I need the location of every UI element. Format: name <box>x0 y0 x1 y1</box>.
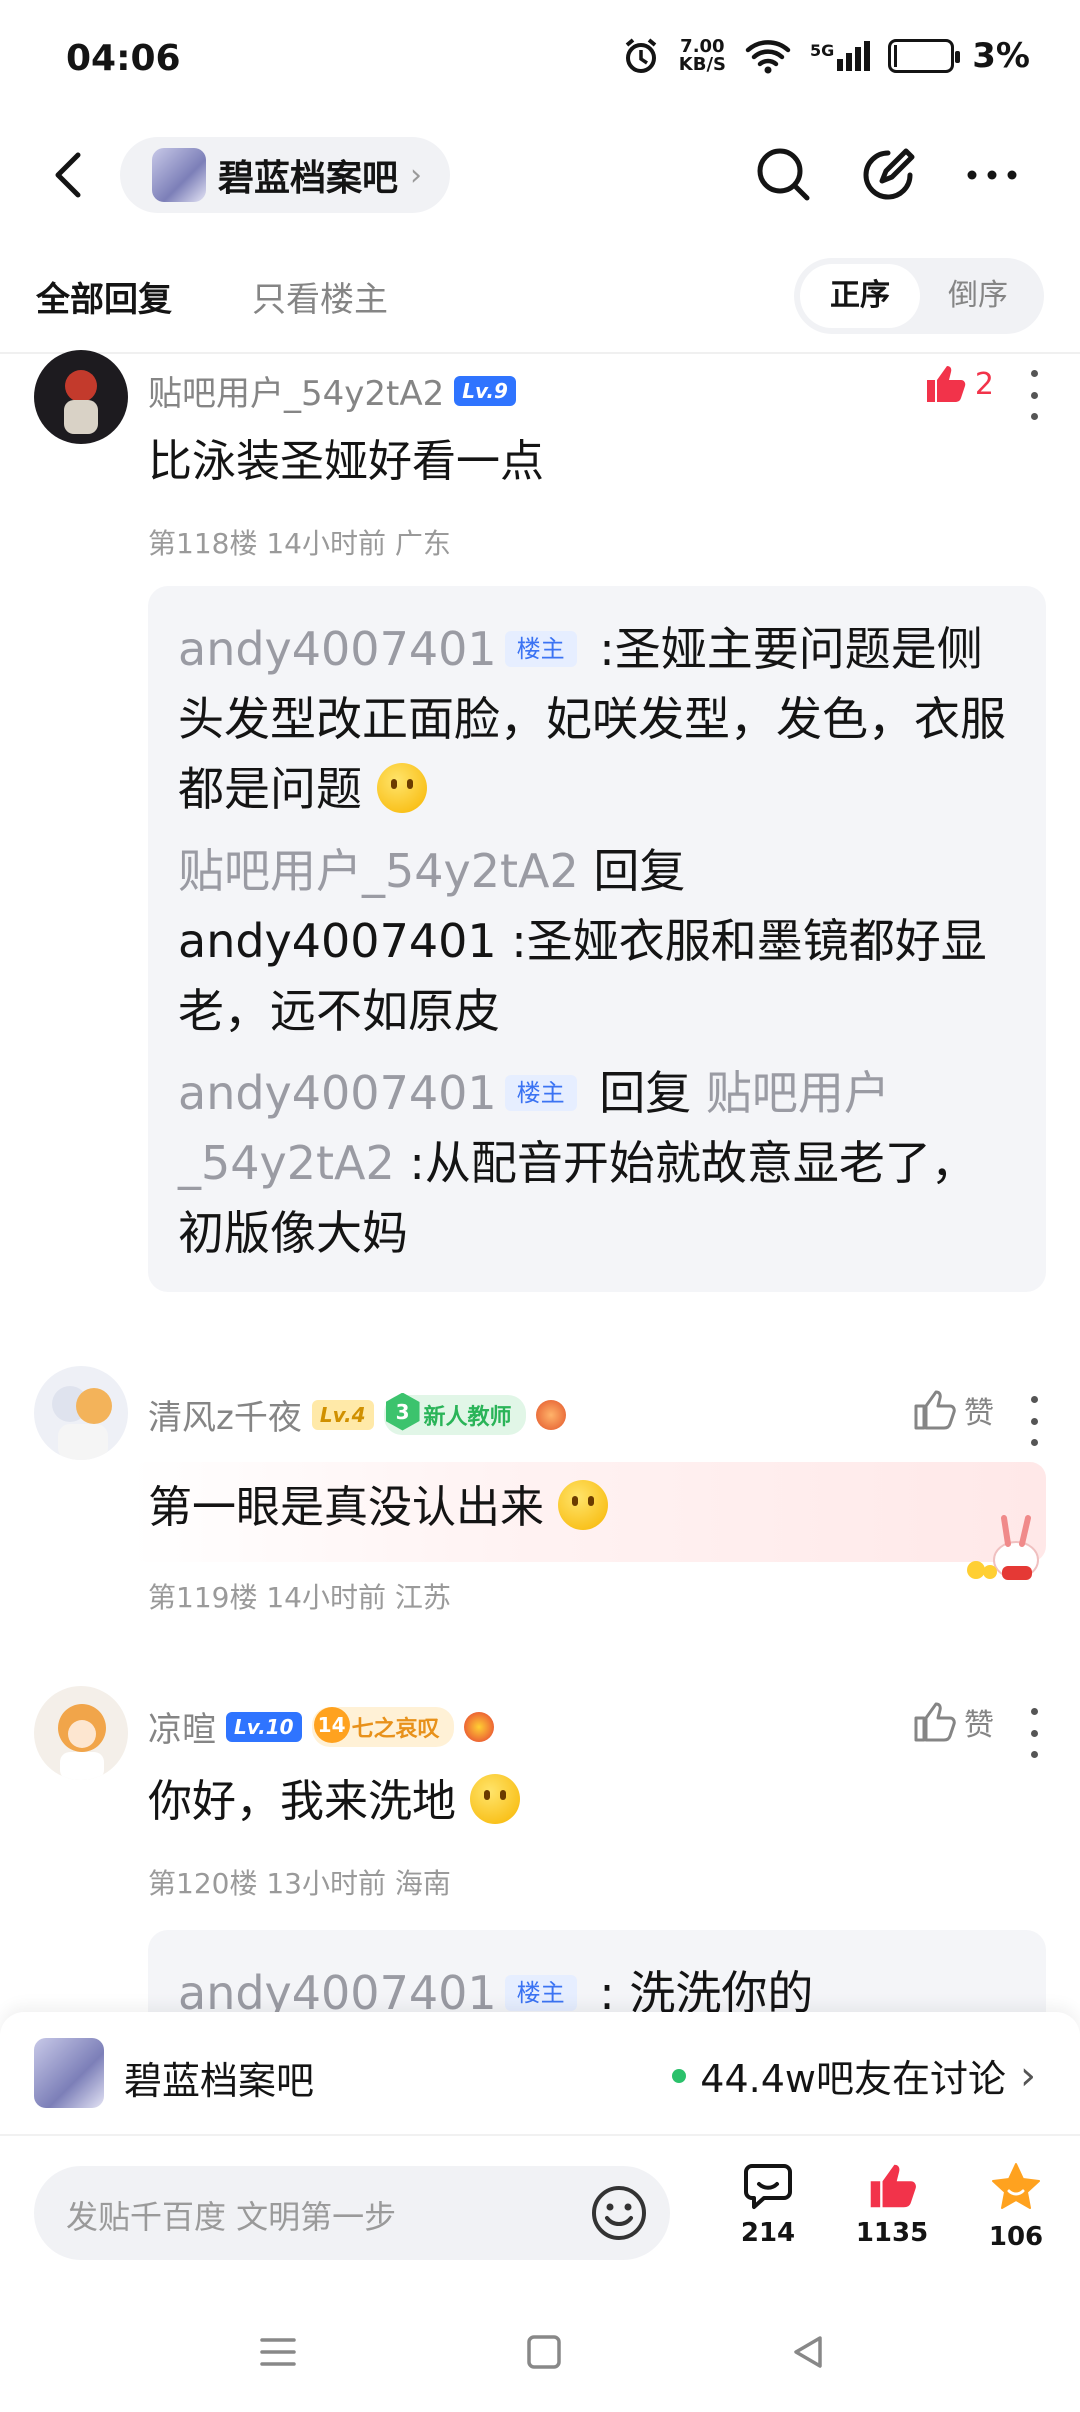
post-meta: 第119楼 14小时前 江苏 <box>148 1581 451 1614</box>
forum-avatar <box>34 2038 104 2108</box>
nav-bar: 碧蓝档案吧 › <box>0 125 1080 225</box>
title-badge: 14 七之哀叹 <box>311 1706 454 1747</box>
likes-button[interactable]: 1135 <box>842 2160 942 2248</box>
tab-op-only[interactable]: 只看楼主 <box>252 272 388 321</box>
net-speed: 7.00 KB/S <box>678 36 726 75</box>
gamepad-emblem-icon <box>535 1399 566 1430</box>
reply-input[interactable]: 发贴千百度 文明第一步 <box>34 2166 670 2260</box>
favorites-count: 106 <box>988 2222 1044 2252</box>
forum-avatar <box>152 148 206 202</box>
more-icon[interactable] <box>962 145 1022 205</box>
order-asc-button[interactable]: 正序 <box>800 264 920 328</box>
order-desc-button[interactable]: 倒序 <box>918 264 1038 328</box>
like-button[interactable]: 2 <box>923 362 994 406</box>
post-meta: 第118楼 14小时前 广东 <box>148 527 451 560</box>
title-badge: 3 新人教师 <box>383 1392 526 1435</box>
status-time: 04:06 <box>66 38 181 79</box>
order-toggle: 正序 倒序 <box>794 258 1044 334</box>
status-icons: 7.00 KB/S 5G 3% <box>621 36 1030 76</box>
smug-emoji-icon <box>558 1480 608 1530</box>
home-icon[interactable] <box>524 2332 564 2372</box>
more-options-icon[interactable] <box>1024 1396 1044 1446</box>
username[interactable]: 清风z千夜 <box>148 1390 302 1439</box>
post-meta: 第120楼 13小时前 海南 <box>148 1867 451 1900</box>
more-options-icon[interactable] <box>1024 370 1044 420</box>
divider <box>0 352 1080 354</box>
online-count: 44.4w吧友在讨论 › <box>672 2048 1036 2103</box>
emblem-icon <box>463 1711 494 1742</box>
thumbs-up-filled-icon <box>870 2164 916 2208</box>
forum-bar[interactable]: 碧蓝档案吧 44.4w吧友在讨论 › <box>0 2012 1080 2134</box>
star-icon <box>992 2163 1040 2209</box>
like-button[interactable]: 赞 <box>912 1700 994 1744</box>
reply-placeholder: 发贴千百度 文明第一步 <box>66 2198 397 2236</box>
favorites-button[interactable]: 106 <box>966 2160 1066 2252</box>
host-tag: 楼主 <box>504 631 577 667</box>
avatar[interactable] <box>34 350 128 444</box>
reply-target: andy4007401 <box>178 914 497 968</box>
reply-tabs: 全部回复 只看楼主 正序 倒序 <box>0 250 1080 340</box>
sub-reply: 贴吧用户_54y2tA2 回复 andy4007401 :圣娅衣服和墨镜都好显老… <box>178 836 1016 1046</box>
post-content: 比泳装圣娅好看一点 <box>148 436 544 487</box>
forum-name: 碧蓝档案吧 <box>218 158 399 199</box>
sub-reply-author[interactable]: 贴吧用户_54y2tA2 <box>178 844 579 898</box>
avatar[interactable] <box>34 1366 128 1460</box>
more-options-icon[interactable] <box>1024 1708 1044 1758</box>
username[interactable]: 贴吧用户_54y2tA2 <box>148 366 444 415</box>
chevron-right-icon: › <box>410 157 423 193</box>
forum-chip[interactable]: 碧蓝档案吧 › <box>120 137 451 213</box>
thumbs-up-icon <box>914 1702 956 1742</box>
alarm-icon <box>625 38 657 73</box>
reply-bar: 发贴千百度 文明第一步 214 1135 106 <box>0 2134 1080 2284</box>
comment-icon <box>744 2164 792 2209</box>
like-count: 2 <box>974 366 994 402</box>
post-content: 你好，我来洗地 <box>148 1772 520 1832</box>
host-tag: 楼主 <box>504 1975 577 2011</box>
level-badge: Lv.4 <box>311 1399 374 1430</box>
username[interactable]: 凉暄 <box>148 1702 216 1751</box>
rabbit-sticker-icon <box>967 1515 1039 1580</box>
status-bar: 04:06 7.00 KB/S 5G 3% <box>0 0 1080 120</box>
sub-reply: andy4007401 楼主 :圣娅主要问题是侧头发型改正面脸，妃咲发型，发色，衣… <box>178 614 1016 824</box>
comments-button[interactable]: 214 <box>718 2160 818 2248</box>
back-icon[interactable] <box>40 145 100 205</box>
reply-word: 回复 <box>578 844 686 898</box>
likes-count: 1135 <box>855 2218 929 2248</box>
search-icon[interactable] <box>754 145 814 205</box>
like-button[interactable]: 赞 <box>912 1388 994 1432</box>
host-tag: 楼主 <box>504 1075 577 1111</box>
sub-replies[interactable]: andy4007401 楼主 :圣娅主要问题是侧头发型改正面脸，妃咲发型，发色，衣… <box>148 586 1046 1292</box>
thumbs-up-filled-icon <box>926 366 966 402</box>
forum-name: 碧蓝档案吧 <box>124 2059 315 2103</box>
like-label: 赞 <box>964 1708 994 1743</box>
avatar[interactable] <box>34 1686 128 1780</box>
menu-icon[interactable] <box>258 2334 298 2370</box>
smile-emoji-icon <box>470 1774 520 1824</box>
wifi-icon <box>745 40 791 74</box>
back-triangle-icon[interactable] <box>788 2332 828 2372</box>
battery-percent: 3% <box>972 36 1030 76</box>
like-label: 赞 <box>964 1396 994 1431</box>
signal-icon: 5G <box>810 41 871 71</box>
tab-all-replies[interactable]: 全部回复 <box>36 272 172 321</box>
post-content: 第一眼是真没认出来 <box>148 1478 608 1538</box>
online-dot-icon <box>672 2068 687 2083</box>
level-badge: Lv.9 <box>454 375 516 406</box>
chevron-right-icon: › <box>1020 2052 1036 2099</box>
system-nav-bar <box>0 2284 1080 2412</box>
smile-emoji-icon <box>376 763 427 813</box>
thumbs-up-icon <box>914 1390 956 1430</box>
reply-word: 回复 <box>584 1066 706 1120</box>
sub-reply: andy4007401 楼主 回复 贴吧用户_54y2tA2 :从配音开始就故意显… <box>178 1058 1016 1268</box>
edit-icon[interactable] <box>858 145 918 205</box>
level-badge: Lv.10 <box>226 1711 302 1742</box>
battery-icon <box>888 39 961 73</box>
emoji-icon[interactable] <box>590 2184 648 2242</box>
sub-reply-author[interactable]: andy4007401 <box>178 1066 497 1120</box>
comments-count: 214 <box>740 2218 796 2248</box>
sub-reply-author[interactable]: andy4007401 <box>178 622 497 676</box>
